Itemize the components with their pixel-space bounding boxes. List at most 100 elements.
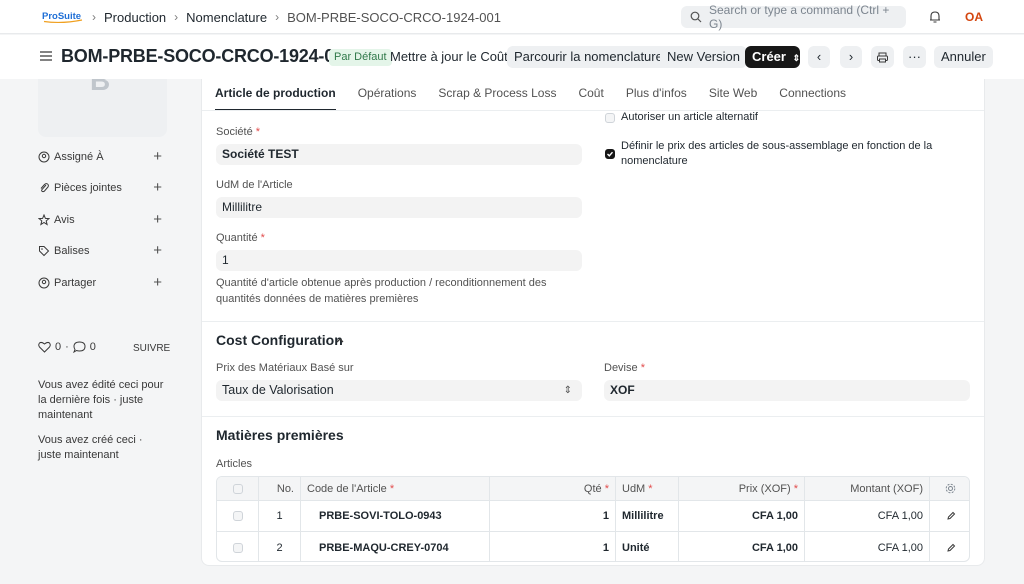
- add-icon[interactable]: +: [153, 243, 162, 258]
- table-row[interactable]: 2 PRBE-MAQU-CREY-0704 1 Unité CFA 1,00 C…: [217, 532, 969, 561]
- col-uom: UdM *: [616, 477, 679, 500]
- company-field[interactable]: Société TEST: [216, 144, 582, 165]
- allow-alternative-checkbox[interactable]: [605, 113, 615, 123]
- select-all-cell: [217, 477, 259, 500]
- gear-icon[interactable]: [945, 483, 956, 494]
- notification-bell-icon[interactable]: [928, 10, 942, 24]
- chevron-right-icon: ›: [174, 10, 179, 24]
- sidebar-item-attachments[interactable]: Pièces jointes +: [38, 180, 168, 196]
- sidebar-item-assigned[interactable]: Assigné À +: [38, 149, 168, 165]
- currency-field[interactable]: XOF: [604, 380, 970, 401]
- new-version-button[interactable]: New Version: [660, 46, 747, 68]
- checkmark-icon: [607, 151, 614, 157]
- row-item-code[interactable]: PRBE-SOVI-TOLO-0943: [301, 501, 490, 531]
- row-select-cell: [217, 501, 259, 531]
- chevron-left-icon: ‹: [816, 49, 822, 64]
- item-image-placeholder[interactable]: B: [38, 79, 167, 137]
- tab-connections[interactable]: Connections: [779, 86, 846, 110]
- add-icon[interactable]: +: [153, 149, 162, 164]
- sidebar-item-label: Avis: [54, 214, 75, 226]
- rate-basis-select[interactable]: Taux de Valorisation ⇕: [216, 380, 582, 401]
- logo-text: ProSuite: [42, 11, 81, 22]
- company-label: Société *: [216, 126, 261, 138]
- print-button[interactable]: [871, 46, 894, 68]
- tab-cost[interactable]: Coût: [578, 86, 603, 110]
- row-uom[interactable]: Millilitre: [616, 501, 679, 531]
- comment-icon[interactable]: [72, 341, 86, 353]
- row-qty[interactable]: 1: [490, 532, 616, 561]
- next-button[interactable]: ›: [840, 46, 862, 68]
- activity-created: Vous avez créé ceci · juste maintenant: [38, 434, 143, 461]
- row-qty[interactable]: 1: [490, 501, 616, 531]
- tab-website[interactable]: Site Web: [709, 86, 757, 110]
- row-edit-cell: [930, 532, 969, 561]
- cost-config-title[interactable]: Cost Configuration: [216, 332, 343, 348]
- engagement-counts: 0 · 0: [38, 341, 96, 353]
- image-letter: B: [90, 79, 111, 96]
- row-item-code[interactable]: PRBE-MAQU-CREY-0704: [301, 532, 490, 561]
- chevron-up-icon[interactable]: [335, 335, 345, 345]
- row-rate[interactable]: CFA 1,00: [679, 501, 805, 531]
- paperclip-icon: [40, 183, 49, 193]
- row-rate[interactable]: CFA 1,00: [679, 532, 805, 561]
- edit-pencil-icon[interactable]: [946, 543, 956, 553]
- set-rate-label: Définir le prix des articles de sous-ass…: [621, 140, 933, 167]
- edit-pencil-icon[interactable]: [946, 511, 956, 521]
- dot-separator: ·: [65, 341, 69, 353]
- tab-more-info[interactable]: Plus d'infos: [626, 86, 687, 110]
- previous-button[interactable]: ‹: [808, 46, 830, 68]
- row-no: 1: [259, 501, 301, 531]
- items-table: No. Code de l'Article * Qté * UdM * Prix…: [216, 476, 970, 562]
- form-tabs: Article de production Opérations Scrap &…: [215, 86, 846, 110]
- navbar: ProSuite › Production › Nomenclature › B…: [0, 0, 1024, 34]
- sidebar-item-share[interactable]: Partager +: [38, 275, 168, 291]
- heart-icon[interactable]: [38, 341, 51, 353]
- follow-button[interactable]: SUIVRE: [133, 343, 170, 354]
- chevron-right-icon: ›: [848, 49, 854, 64]
- page-header: BOM-PRBE-SOCO-CRCO-1924-001 Par Défaut M…: [0, 35, 1024, 79]
- search-input[interactable]: Search or type a command (Ctrl + G): [681, 3, 906, 31]
- user-avatar[interactable]: OA: [961, 7, 987, 27]
- quantity-hint: Quantité d'article obtenue après product…: [216, 277, 547, 305]
- sidebar-toggle-icon[interactable]: [39, 50, 53, 62]
- row-checkbox[interactable]: [232, 542, 243, 553]
- table-row[interactable]: 1 PRBE-SOVI-TOLO-0943 1 Millilitre CFA 1…: [217, 501, 969, 532]
- sidebar-item-label: Pièces jointes: [54, 182, 122, 194]
- items-label: Articles: [216, 458, 253, 470]
- quantity-label: Quantité *: [216, 232, 265, 244]
- breadcrumb-production[interactable]: Production: [104, 10, 166, 25]
- create-button[interactable]: Créer ⇕: [745, 46, 800, 68]
- set-rate-checkbox[interactable]: [605, 149, 615, 159]
- update-cost-button[interactable]: Mettre à jour le Coût: [383, 46, 515, 68]
- cancel-document-button[interactable]: Annuler: [934, 46, 993, 68]
- raw-materials-title: Matières premières: [216, 427, 344, 443]
- col-no: No.: [259, 477, 301, 500]
- table-header: No. Code de l'Article * Qté * UdM * Prix…: [217, 477, 969, 501]
- more-options-button[interactable]: ···: [903, 46, 926, 68]
- breadcrumb-current[interactable]: BOM-PRBE-SOCO-CRCO-1924-001: [287, 10, 501, 25]
- uom-field[interactable]: Millilitre: [216, 197, 582, 218]
- select-all-checkbox[interactable]: [232, 483, 243, 494]
- tab-scrap[interactable]: Scrap & Process Loss: [438, 86, 556, 110]
- user-plus-icon: [38, 151, 50, 163]
- add-icon[interactable]: +: [153, 180, 162, 195]
- quantity-field[interactable]: 1: [216, 250, 582, 271]
- sidebar-item-tags[interactable]: Balises +: [38, 243, 168, 259]
- activity-edited: Vous avez édité ceci pour la dernière fo…: [38, 379, 164, 421]
- add-icon[interactable]: +: [153, 212, 162, 227]
- uom-label: UdM de l'Article: [216, 179, 293, 191]
- sidebar-item-reviews[interactable]: Avis +: [38, 212, 168, 228]
- add-icon[interactable]: +: [153, 275, 162, 290]
- tab-operations[interactable]: Opérations: [358, 86, 417, 110]
- prosuite-logo[interactable]: ProSuite: [42, 9, 84, 24]
- browse-bom-button[interactable]: Parcourir la nomenclature: [507, 46, 670, 68]
- page-title: BOM-PRBE-SOCO-CRCO-1924-001: [61, 46, 354, 66]
- section-divider: [202, 321, 984, 322]
- col-qty: Qté *: [490, 477, 616, 500]
- ellipsis-icon: ···: [908, 49, 921, 64]
- breadcrumb-nomenclature[interactable]: Nomenclature: [186, 10, 267, 25]
- row-checkbox[interactable]: [232, 511, 243, 521]
- rate-basis-label: Prix des Matériaux Basé sur: [216, 362, 354, 374]
- row-uom[interactable]: Unité: [616, 532, 679, 561]
- tab-production-item[interactable]: Article de production: [215, 86, 336, 110]
